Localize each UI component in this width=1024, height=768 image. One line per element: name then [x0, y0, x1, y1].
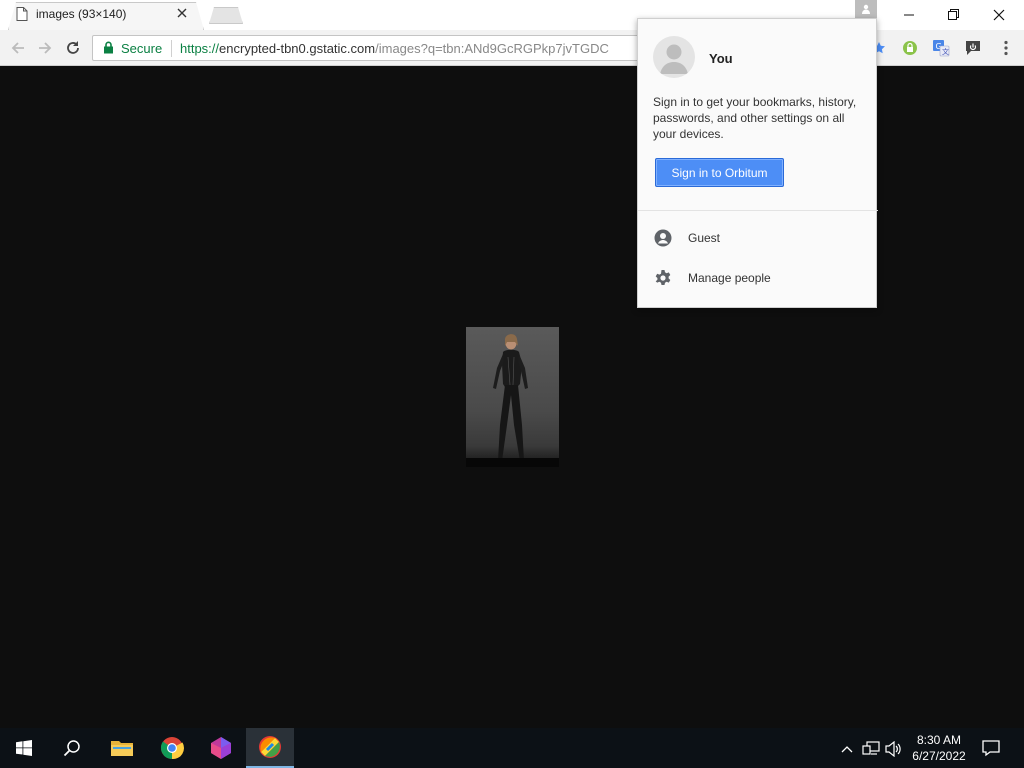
guest-label: Guest	[688, 231, 721, 245]
forward-button[interactable]	[33, 36, 57, 60]
new-tab-button[interactable]	[209, 7, 243, 24]
signin-description: Sign in to get your bookmarks, history, …	[653, 95, 857, 141]
close-window-button[interactable]	[976, 0, 1022, 29]
reload-button[interactable]	[61, 36, 85, 60]
document-icon	[16, 7, 28, 26]
guest-icon	[654, 229, 672, 252]
profile-name: You	[709, 51, 733, 66]
back-button[interactable]	[6, 36, 30, 60]
url-text: https://encrypted-tbn0.gstatic.com/image…	[180, 41, 609, 56]
lock-icon	[103, 41, 114, 59]
file-explorer-icon[interactable]	[98, 728, 146, 768]
feedback-extension-icon[interactable]	[963, 38, 983, 58]
taskbar: 8:30 AM 6/27/2022	[0, 728, 1024, 768]
restore-button[interactable]	[930, 0, 976, 29]
vpn-extension-icon[interactable]	[900, 38, 920, 58]
manage-people-menu-item[interactable]: Manage people	[638, 259, 878, 297]
system-clock[interactable]: 8:30 AM 6/27/2022	[903, 732, 975, 764]
tab-close-icon[interactable]	[175, 6, 189, 20]
address-bar[interactable]: Secure https://encrypted-tbn0.gstatic.co…	[92, 35, 652, 61]
chevron-up-icon[interactable]	[838, 740, 856, 758]
orbitum-icon[interactable]	[246, 728, 294, 768]
gear-icon	[654, 269, 672, 292]
guest-menu-item[interactable]: Guest	[638, 219, 878, 257]
volume-icon[interactable]	[885, 740, 903, 758]
signin-button[interactable]: Sign in to Orbitum	[655, 158, 784, 187]
url-host: encrypted-tbn0.gstatic.com	[219, 41, 376, 56]
tab-title: images (93×140)	[36, 7, 127, 21]
secure-label: Secure	[121, 41, 163, 56]
url-path: /images?q=tbn:ANd9GcRGPkp7jvTGDC	[375, 41, 609, 56]
svg-text:文: 文	[942, 47, 949, 56]
displayed-image[interactable]	[466, 327, 559, 467]
profile-button[interactable]	[855, 0, 877, 18]
minimize-button[interactable]	[886, 0, 932, 29]
start-button[interactable]	[0, 728, 48, 768]
network-icon[interactable]	[862, 740, 880, 758]
clock-date: 6/27/2022	[912, 749, 966, 763]
search-button[interactable]	[48, 728, 96, 768]
chrome-icon[interactable]	[148, 728, 196, 768]
manage-people-label: Manage people	[688, 271, 771, 285]
popup-divider	[638, 210, 878, 211]
menu-dots-icon[interactable]	[996, 38, 1016, 58]
url-scheme: https://	[180, 41, 220, 56]
profile-menu: You Sign in to get your bookmarks, histo…	[637, 18, 878, 308]
omnibox-divider	[171, 40, 172, 57]
avatar-icon	[653, 36, 695, 78]
translate-extension-icon[interactable]: G文	[931, 38, 951, 58]
clock-time: 8:30 AM	[916, 733, 962, 747]
notifications-icon[interactable]	[982, 739, 1000, 757]
app-hexagon-icon[interactable]	[197, 728, 245, 768]
